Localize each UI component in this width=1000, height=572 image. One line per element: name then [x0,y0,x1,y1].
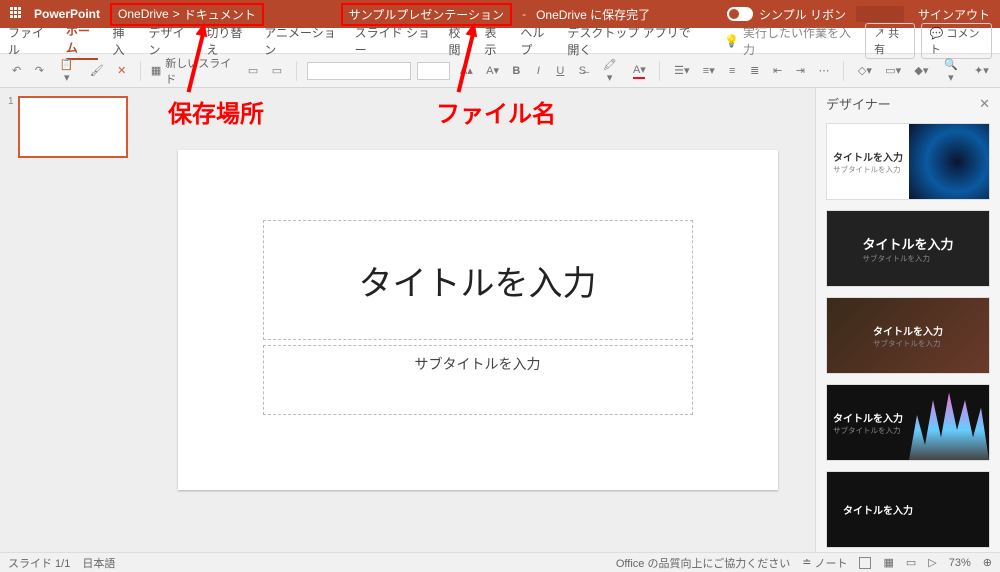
tab-desktop-app[interactable]: デスクトップ アプリで開く [567,24,702,58]
app-launcher-icon[interactable] [10,7,24,21]
tab-view[interactable]: 表示 [484,24,506,58]
design-idea[interactable]: タイトルを入力サブタイトルを入力 [826,297,990,374]
tab-insert[interactable]: 挿入 [112,24,134,58]
save-location-breadcrumb[interactable]: OneDrive > ドキュメント [110,3,264,26]
status-quality-link[interactable]: Office の品質向上にご協力ください [616,555,790,571]
breadcrumb-separator: > [173,7,180,21]
file-name[interactable]: サンプルプレゼンテーション [341,3,512,26]
bullets-button[interactable]: ☰▾ [670,62,693,79]
view-slideshow-button[interactable]: ▷ [928,556,936,569]
slide-canvas[interactable]: タイトルを入力 サブタイトルを入力 [178,150,778,490]
new-slide-label: 新しいスライド [165,55,238,87]
app-name: PowerPoint [34,7,100,21]
simple-ribbon-label: シンプル リボン [759,6,846,23]
breadcrumb-root: OneDrive [118,7,169,21]
more-paragraph-button[interactable]: ⋯ [815,62,833,79]
breadcrumb-folder: ドキュメント [184,6,256,23]
view-reading-button[interactable]: ▭ [906,556,916,569]
slide-editor[interactable]: タイトルを入力 サブタイトルを入力 [140,88,815,552]
section-button[interactable]: ▭ [268,62,286,79]
title-placeholder[interactable]: タイトルを入力 [263,220,693,340]
font-color-button[interactable]: A▾ [629,61,649,81]
numbering-button[interactable]: ≡▾ [699,62,718,79]
designer-button[interactable]: ✦▾ [970,62,992,79]
lightbulb-icon: 💡 [724,34,739,48]
save-status: OneDrive に保存完了 [536,6,650,23]
design-idea[interactable]: タイトルを入力 [826,471,990,548]
decrease-font-button[interactable]: A▾ [482,62,502,79]
tab-file[interactable]: ファイル [8,24,52,58]
tab-home[interactable]: ホーム [66,22,99,60]
tell-me-placeholder: 実行したい作業を入力 [743,24,851,58]
divider [659,61,660,81]
strike-button[interactable]: S̶ [574,63,590,79]
design-ideas-list[interactable]: タイトルを入力サブタイトルを入力 タイトルを入力サブタイトルを入力 タイトルを入… [816,119,1000,552]
align-left-button[interactable]: ≡ [724,63,740,79]
italic-button[interactable]: I [530,63,546,79]
view-sorter-button[interactable]: ▦ [883,556,893,569]
thumbnail-number: 1 [8,96,14,107]
work-area: 1 タイトルを入力 サブタイトルを入力 デザイナー ✕ タイトルを入力サブタイト… [0,88,1000,552]
user-account[interactable] [856,6,904,22]
ribbon-tabs: ファイル ホーム 挿入 デザイン 切り替え アニメーション スライド ショー 校… [0,28,1000,54]
tab-slideshow[interactable]: スライド ショー [355,24,435,58]
bold-button[interactable]: B [508,63,524,79]
status-language[interactable]: 日本語 [82,555,115,571]
align-center-button[interactable]: ≣ [746,62,763,79]
indent-inc-button[interactable]: ⇥ [792,62,809,79]
thumbnail-preview[interactable] [18,96,128,158]
divider [296,61,297,81]
design-idea[interactable]: タイトルを入力サブタイトルを入力 [826,210,990,287]
status-slide-number[interactable]: スライド 1/1 [8,555,70,571]
underline-button[interactable]: U [552,63,568,79]
paste-button[interactable]: 📋▾ [54,56,80,86]
font-size-select[interactable] [417,62,449,80]
tab-design[interactable]: デザイン [148,24,192,58]
shapes-button[interactable]: ◇▾ [854,62,875,79]
tab-help[interactable]: ヘルプ [520,24,553,58]
close-icon[interactable]: ✕ [979,96,990,112]
designer-pane: デザイナー ✕ タイトルを入力サブタイトルを入力 タイトルを入力サブタイトルを入… [815,88,1000,552]
shape-fill-button[interactable]: ◆▾ [910,62,931,79]
new-slide-icon: ▦ [151,64,161,77]
layout-button[interactable]: ▭ [244,62,262,79]
simple-ribbon-toggle[interactable]: シンプル リボン [727,6,846,23]
ribbon-toolbar: ↶ ↷ 📋▾ 🖌 ✕ ▦ 新しいスライド ▭ ▭ A▴ A▾ B I U S̶ … [0,54,1000,88]
divider [843,61,844,81]
divider [140,61,141,81]
notes-button[interactable]: ≐ ノート [802,555,847,571]
design-idea[interactable]: タイトルを入力サブタイトルを入力 [826,123,990,200]
fit-button[interactable]: ⊕ [983,556,992,569]
slide-thumbnail-pane[interactable]: 1 [0,88,140,552]
delete-button[interactable]: ✕ [113,62,130,79]
sign-out-link[interactable]: サインアウト [918,6,990,23]
subtitle-placeholder[interactable]: サブタイトルを入力 [263,345,693,415]
highlight-button[interactable]: 🖍▾ [596,56,623,86]
thumbnail-item[interactable]: 1 [8,96,132,158]
undo-button[interactable]: ↶ [8,62,25,79]
design-idea[interactable]: タイトルを入力サブタイトルを入力 [826,384,990,461]
find-button[interactable]: 🔍▾ [938,56,964,86]
format-painter-button[interactable]: 🖌 [86,62,107,79]
designer-title: デザイナー [826,94,891,113]
redo-button[interactable]: ↷ [31,62,48,79]
view-normal-button[interactable] [859,557,871,569]
separator: - [522,7,526,21]
zoom-level[interactable]: 73% [949,557,971,569]
share-button[interactable]: ↗ 共有 [865,23,915,59]
tab-animations[interactable]: アニメーション [264,24,340,58]
tab-transitions[interactable]: 切り替え [206,24,250,58]
tell-me-search[interactable]: 💡 実行したい作業を入力 [724,24,851,58]
indent-dec-button[interactable]: ⇤ [769,62,786,79]
font-family-select[interactable] [307,62,412,80]
toggle-switch-icon [727,7,753,21]
arrange-button[interactable]: ▭▾ [881,62,904,79]
comments-button[interactable]: 💬 コメント [921,23,992,59]
status-bar: スライド 1/1 日本語 Office の品質向上にご協力ください ≐ ノート … [0,552,1000,572]
